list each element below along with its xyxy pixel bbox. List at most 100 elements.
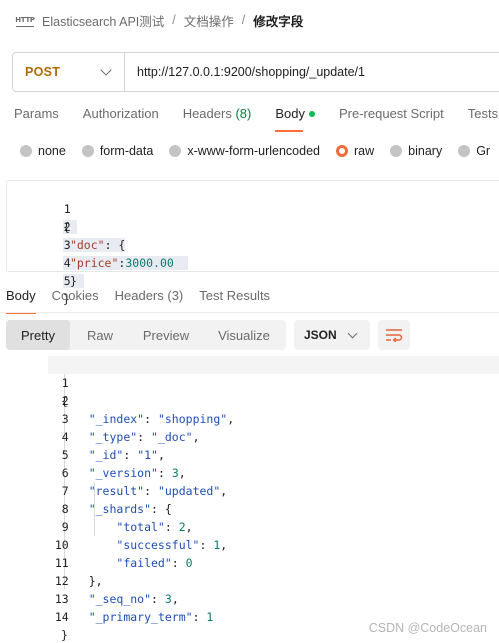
body-type-binary-label: binary [408,144,443,158]
code-text: "failed": 0 [116,556,193,570]
view-preview[interactable]: Preview [130,320,202,350]
breadcrumb-separator: / [172,13,176,27]
radio-urlencoded[interactable] [169,145,182,157]
response-tabs: Body Cookies Headers (3) Test Results [6,288,286,314]
current-line-highlight [48,356,499,374]
headers-count: (8) [235,106,252,121]
code-text: "_index": "shopping", [88,412,235,426]
body-type-raw[interactable]: raw [336,144,374,158]
code-text: "_shards": { [88,502,172,516]
wrap-lines-button[interactable] [378,320,410,350]
code-line: 3 "price":3000.00 [7,218,188,270]
tab-authorization[interactable]: Authorization [83,106,159,130]
method-select[interactable]: POST [13,53,125,91]
tab-body-label: Body [275,106,305,121]
watermark: CSDN @CodeOcean [368,621,487,635]
radio-binary[interactable] [390,145,403,157]
code-text: "price":3000.00 [63,254,188,272]
body-type-form-data-label: form-data [99,144,154,158]
line-number: 2 [63,220,71,234]
code-line: 7 "_shards": { [0,464,172,516]
view-visualize[interactable]: Visualize [202,320,286,350]
body-type-urlencoded[interactable]: x-www-form-urlencoded [169,144,320,158]
code-text: "_primary_term": 1 [88,610,214,624]
code-text: "doc": { [63,236,126,254]
code-line: 6 "result": "updated", [0,446,227,498]
tab-params[interactable]: Params [14,106,59,130]
code-line: 2 "doc": { [7,200,126,252]
code-line: 13 "_primary_term": 1 [0,572,214,624]
http-icon: HTTP [15,13,35,27]
wrap-lines-icon [386,329,403,342]
line-number: 3 [63,238,71,252]
line-number: 10 [54,538,69,552]
line-number: 1 [63,202,71,216]
radio-raw[interactable] [336,145,348,157]
body-type-raw-label: raw [354,144,375,158]
breadcrumb-folder[interactable]: 文档操作 [184,11,234,30]
chevron-down-icon [347,328,358,338]
chevron-down-icon [100,64,112,76]
line-number: 9 [61,520,69,534]
line-number: 6 [61,466,69,480]
line-number: 7 [61,484,69,498]
code-text: "_version": 3, [88,466,186,480]
response-body[interactable]: 1 { 2 "_index": "shopping", 3 "_type": "… [0,356,499,642]
code-text: "_id": "1", [88,448,165,462]
code-line: 11 }, [0,536,103,588]
radio-none[interactable] [20,145,32,157]
body-type-binary[interactable]: binary [390,144,442,158]
tab-body[interactable]: Body [275,106,315,132]
body-type-urlencoded-label: x-www-form-urlencoded [187,144,320,158]
url-bar: POST [12,52,499,92]
tab-pre-request-script[interactable]: Pre-request Script [339,106,444,130]
tab-headers[interactable]: Headers (8) [183,106,252,130]
request-name[interactable]: 修改字段 [253,11,303,30]
body-type-form-data[interactable]: form-data [81,144,154,158]
body-type-graphql-label: Gr [476,144,491,158]
line-number: 4 [63,256,71,270]
code-text: } [61,628,68,642]
code-line: 14 } [0,590,69,642]
response-tab-headers[interactable]: Headers (3) [115,288,184,312]
line-number: 13 [54,592,69,606]
breadcrumb-separator: / [241,13,246,27]
tab-tests[interactable]: Tests [468,106,498,130]
format-select[interactable]: JSON [294,320,370,350]
code-line: 12 "_seq_no": 3, [0,554,179,606]
line-number: 5 [61,448,69,462]
response-tab-test-results[interactable]: Test Results [199,288,270,312]
view-pretty[interactable]: Pretty [6,320,70,350]
breadcrumb-collection[interactable]: Elasticsearch API测试 [42,11,164,30]
code-line: 3 "_type": "_doc", [0,392,200,444]
line-number: 1 [61,376,69,390]
line-number: 12 [54,574,69,588]
line-number: 4 [61,430,69,444]
code-text: "_seq_no": 3, [88,592,179,606]
code-line: 8 "total": 2, [0,482,193,534]
body-type-none-label: none [38,144,66,158]
tab-headers-label: Headers [182,106,232,121]
code-text: "successful": 1, [116,538,228,552]
body-type-none[interactable]: none [20,144,66,158]
request-body-editor[interactable]: 1 { 2 "doc": { 3 "price":3000.00 4 } 5 } [6,180,499,306]
code-line: 1 { [0,356,69,408]
code-line: 2 "_index": "shopping", [0,374,234,426]
response-tab-cookies[interactable]: Cookies [52,288,99,312]
code-line: 5 "_version": 3, [0,428,186,480]
url-input[interactable] [125,65,499,79]
code-line: 5 } [7,254,71,306]
format-label: JSON [304,328,337,342]
body-type-graphql[interactable]: Gr [458,144,490,158]
code-text: "total": 2, [116,520,193,534]
code-line: 4 } [7,236,84,288]
code-line: 9 "successful": 1, [0,500,227,552]
line-number: 2 [61,394,69,408]
response-tab-body[interactable]: Body [6,288,36,314]
code-text: "_type": "_doc", [88,430,200,444]
radio-form-data[interactable] [81,145,94,157]
line-number: 14 [54,610,69,624]
view-raw[interactable]: Raw [70,320,130,350]
line-number: 11 [54,556,69,570]
radio-graphql[interactable] [458,145,471,157]
